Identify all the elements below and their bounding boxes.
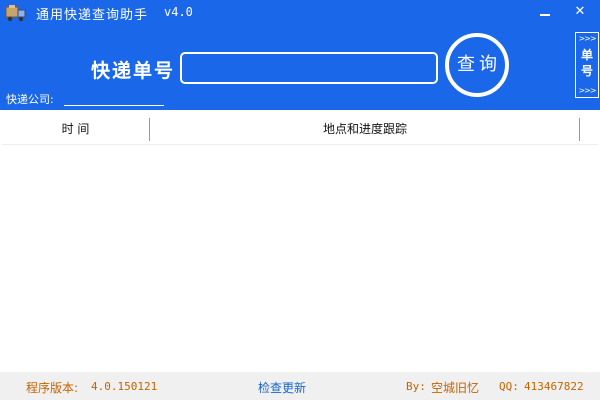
window-title: 通用快递查询助手 (36, 8, 149, 23)
double-chevron-right-icon: >>> (578, 86, 596, 95)
version-value: 4.0.150121 (91, 380, 158, 393)
column-divider[interactable] (579, 118, 580, 141)
close-button[interactable]: ✕ (569, 2, 591, 22)
courier-company-field[interactable] (64, 89, 164, 106)
window-version: v4.0 (164, 5, 193, 19)
title-bar[interactable]: 通用快递查询助手 v4.0 ✕ (0, 0, 600, 26)
tracking-number-input[interactable] (180, 52, 438, 84)
header-panel: 通用快递查询助手 v4.0 ✕ 快递单号 查询 快递公司: >>> 单号 >>> (0, 0, 600, 110)
version-label: 程序版本: (26, 381, 79, 395)
app-window: 通用快递查询助手 v4.0 ✕ 快递单号 查询 快递公司: >>> 单号 >>>… (0, 0, 600, 400)
double-chevron-right-icon: >>> (578, 34, 596, 43)
author-by-label: By: (406, 380, 426, 393)
qq-label: QQ: (499, 380, 519, 393)
column-header-time[interactable]: 时 间 (2, 114, 149, 144)
close-icon: ✕ (574, 4, 586, 19)
minimize-icon (540, 14, 550, 16)
delivery-truck-icon (5, 5, 26, 22)
tracking-table-header: 时 间 地点和进度跟踪 (2, 114, 598, 145)
courier-company-label: 快递公司: (6, 93, 54, 106)
column-header-tracking[interactable]: 地点和进度跟踪 (150, 114, 580, 144)
tracking-numbers-tab[interactable]: >>> 单号 >>> (575, 32, 599, 98)
status-bar: 程序版本: 4.0.150121 检查更新 By: 空城旧忆 QQ: 41346… (0, 372, 600, 400)
query-button[interactable]: 查询 (445, 33, 509, 97)
minimize-button[interactable] (534, 2, 556, 22)
check-update-link[interactable]: 检查更新 (258, 379, 306, 396)
tracking-number-label: 快递单号 (91, 60, 176, 82)
qq-number: 413467822 (524, 380, 584, 393)
author-name: 空城旧忆 (431, 381, 480, 395)
tracking-table-body (2, 145, 598, 370)
tracking-numbers-tab-label: 单号 (580, 48, 593, 78)
